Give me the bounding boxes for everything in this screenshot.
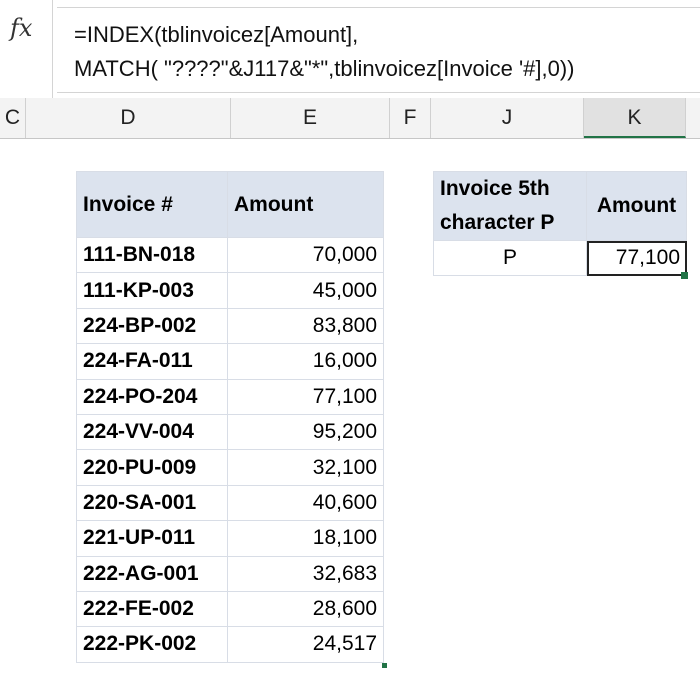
invoice-cell[interactable]: 224-BP-002: [76, 307, 228, 345]
lookup-amount-header[interactable]: Amount: [586, 171, 687, 241]
invoice-cell[interactable]: 220-SA-001: [76, 484, 228, 522]
column-header-c[interactable]: C: [0, 98, 26, 138]
lookup-row: P 77,100: [433, 240, 687, 276]
table-row: 224-VV-004 95,200: [76, 413, 384, 451]
lookup-input-cell[interactable]: P: [433, 240, 587, 276]
lookup-result-cell[interactable]: 77,100: [586, 240, 687, 276]
formula-text-line-2: MATCH( "????"&J117&"*",tblinvoicez[Invoi…: [74, 56, 575, 81]
invoice-cell[interactable]: 222-AG-001: [76, 555, 228, 592]
insert-function-button[interactable]: fx: [0, 0, 53, 98]
table-header-row: Invoice # Amount: [76, 171, 384, 238]
fx-icon: fx: [10, 14, 33, 42]
table-row: 222-AG-001 32,683: [76, 555, 384, 592]
column-header-e[interactable]: E: [231, 98, 390, 138]
formula-input[interactable]: =INDEX(tblinvoicez[Amount], MATCH( "????…: [57, 7, 700, 93]
amount-cell[interactable]: 18,100: [227, 520, 384, 557]
invoice-cell[interactable]: 224-VV-004: [76, 413, 228, 451]
invoice-header-cell[interactable]: Invoice #: [76, 171, 228, 238]
table-resize-handle[interactable]: [382, 663, 387, 668]
invoice-cell[interactable]: 224-PO-204: [76, 378, 228, 415]
formula-text-line-1: =INDEX(tblinvoicez[Amount],: [74, 22, 359, 47]
amount-cell[interactable]: 16,000: [227, 343, 384, 380]
amount-cell[interactable]: 83,800: [227, 307, 384, 345]
amount-cell[interactable]: 32,100: [227, 449, 384, 486]
table-row: 224-FA-011 16,000: [76, 343, 384, 380]
amount-header-cell[interactable]: Amount: [227, 171, 384, 238]
invoice-cell[interactable]: 111-BN-018: [76, 236, 228, 274]
amount-cell[interactable]: 28,600: [227, 590, 384, 628]
lookup-criteria-header-line-1: Invoice 5th: [440, 177, 550, 200]
amount-cell[interactable]: 32,683: [227, 555, 384, 592]
amount-cell[interactable]: 45,000: [227, 272, 384, 309]
table-row: 224-BP-002 83,800: [76, 307, 384, 345]
column-header-f[interactable]: F: [390, 98, 431, 138]
column-header-k[interactable]: K: [584, 98, 686, 138]
invoice-cell[interactable]: 111-KP-003: [76, 272, 228, 309]
formula-bar: fx =INDEX(tblinvoicez[Amount], MATCH( "?…: [0, 0, 700, 99]
table-row: 111-BN-018 70,000: [76, 236, 384, 274]
invoice-cell[interactable]: 222-FE-002: [76, 590, 228, 628]
lookup-table: Invoice 5th character P Amount P 77,100: [433, 171, 687, 276]
lookup-header-row: Invoice 5th character P Amount: [433, 171, 687, 241]
fill-handle[interactable]: [681, 272, 688, 279]
table-row: 224-PO-204 77,100: [76, 378, 384, 415]
table-row: 222-FE-002 28,600: [76, 590, 384, 628]
amount-cell[interactable]: 77,100: [227, 378, 384, 415]
table-row: 111-KP-003 45,000: [76, 272, 384, 309]
table-row: 221-UP-011 18,100: [76, 520, 384, 557]
lookup-criteria-header-line-2: character P: [440, 211, 555, 234]
amount-cell[interactable]: 95,200: [227, 413, 384, 451]
invoice-cell[interactable]: 220-PU-009: [76, 449, 228, 486]
table-row: 220-PU-009 32,100: [76, 449, 384, 486]
column-header-d[interactable]: D: [26, 98, 231, 138]
table-row: 222-PK-002 24,517: [76, 626, 384, 663]
invoice-cell[interactable]: 221-UP-011: [76, 520, 228, 557]
column-header-row: C D E F J K: [0, 98, 700, 139]
column-header-j[interactable]: J: [431, 98, 584, 138]
invoice-table: Invoice # Amount 111-BN-018 70,000 111-K…: [76, 171, 384, 663]
amount-cell[interactable]: 24,517: [227, 626, 384, 663]
invoice-cell[interactable]: 222-PK-002: [76, 626, 228, 663]
lookup-criteria-header[interactable]: Invoice 5th character P: [433, 171, 587, 241]
amount-cell[interactable]: 70,000: [227, 236, 384, 274]
table-row: 220-SA-001 40,600: [76, 484, 384, 522]
amount-cell[interactable]: 40,600: [227, 484, 384, 522]
invoice-cell[interactable]: 224-FA-011: [76, 343, 228, 380]
